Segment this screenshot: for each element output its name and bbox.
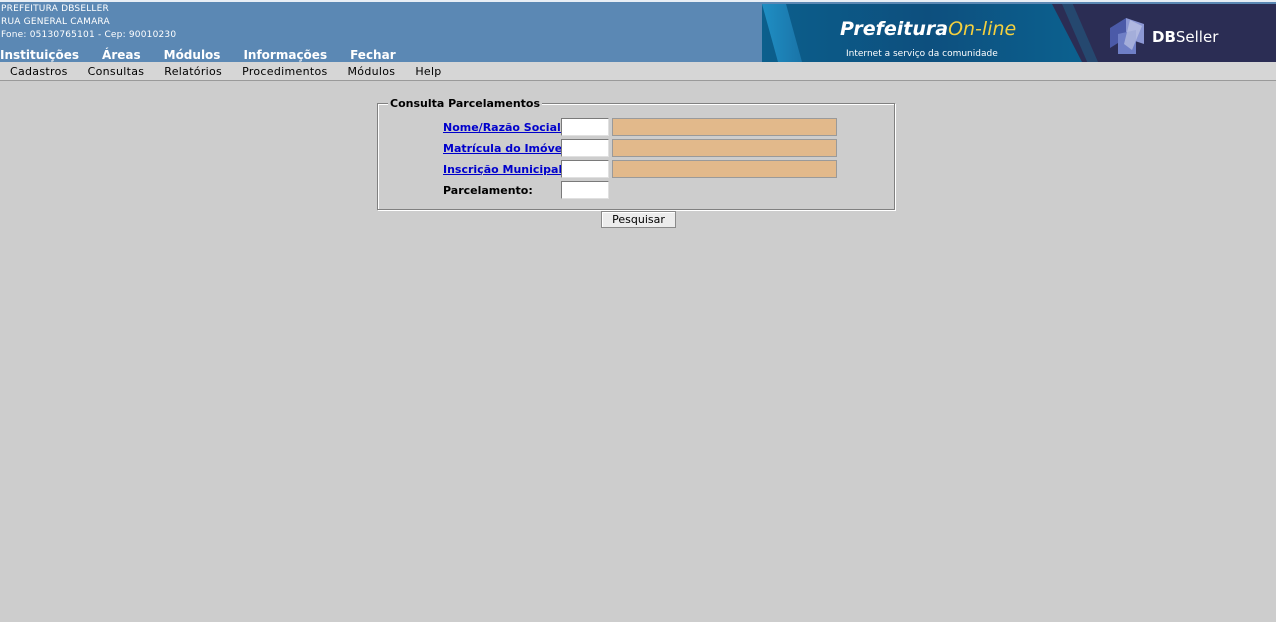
consulta-fieldset: Consulta Parcelamentos Nome/Razão Social… — [377, 97, 895, 210]
menu-areas[interactable]: Áreas — [102, 48, 141, 62]
fieldset-legend: Consulta Parcelamentos — [388, 97, 543, 110]
submenu-relatorios[interactable]: Relatórios — [164, 65, 222, 78]
row-parcelamento: Parcelamento: — [443, 181, 609, 199]
header: PREFEITURA DBSELLER RUA GENERAL CAMARA F… — [0, 0, 1276, 62]
org-name: PREFEITURA DBSELLER — [1, 4, 109, 14]
main-menu: Instituições Áreas Módulos Informações F… — [0, 48, 419, 62]
org-address: RUA GENERAL CAMARA — [1, 17, 110, 27]
matricula-code-input[interactable] — [561, 139, 609, 157]
menu-fechar[interactable]: Fechar — [350, 48, 396, 62]
matricula-description-field — [612, 139, 837, 157]
vendor-name-rest: Seller — [1175, 28, 1219, 46]
header-top-line — [0, 0, 1276, 2]
vendor-name-bold: DB — [1152, 28, 1176, 46]
org-contact: Fone: 05130765101 - Cep: 90010230 — [1, 30, 177, 40]
matricula-label-link[interactable]: Matrícula do Imóvel: — [443, 142, 570, 155]
parcelamento-label: Parcelamento: — [443, 183, 533, 197]
brand-part1: Prefeitura — [840, 18, 949, 40]
submenu-help[interactable]: Help — [415, 65, 441, 78]
nome-label-link[interactable]: Nome/Razão Social: — [443, 121, 565, 134]
menu-modulos[interactable]: Módulos — [164, 48, 221, 62]
inscricao-code-input[interactable] — [561, 160, 609, 178]
row-matricula: Matrícula do Imóvel: — [443, 139, 837, 157]
pesquisar-button[interactable]: Pesquisar — [601, 211, 676, 228]
brand-tagline: Internet a serviço da comunidade — [846, 49, 998, 59]
menu-informacoes[interactable]: Informações — [243, 48, 327, 62]
submenu-procedimentos[interactable]: Procedimentos — [242, 65, 327, 78]
brand-logo: PrefeituraOn-line — [840, 18, 1016, 40]
submenu-modulos[interactable]: Módulos — [348, 65, 396, 78]
org-info: PREFEITURA DBSELLER RUA GENERAL CAMARA F… — [1, 3, 176, 42]
row-inscricao: Inscrição Municipal: — [443, 160, 837, 178]
secondary-menu: Cadastros Consultas Relatórios Procedime… — [0, 62, 1276, 81]
menu-instituicoes[interactable]: Instituições — [0, 48, 79, 62]
submenu-consultas[interactable]: Consultas — [88, 65, 145, 78]
vendor-name: DBSeller — [1152, 28, 1218, 46]
banner: PrefeituraOn-line Internet a serviço da … — [762, 4, 1276, 62]
dbseller-logo-icon — [1110, 18, 1144, 54]
nome-code-input[interactable] — [561, 118, 609, 136]
inscricao-label-link[interactable]: Inscrição Municipal: — [443, 163, 567, 176]
parcelamento-input[interactable] — [561, 181, 609, 199]
brand-part2: On-line — [948, 18, 1017, 40]
inscricao-description-field — [612, 160, 837, 178]
submenu-cadastros[interactable]: Cadastros — [10, 65, 68, 78]
nome-description-field — [612, 118, 837, 136]
row-nome: Nome/Razão Social: — [443, 118, 837, 136]
